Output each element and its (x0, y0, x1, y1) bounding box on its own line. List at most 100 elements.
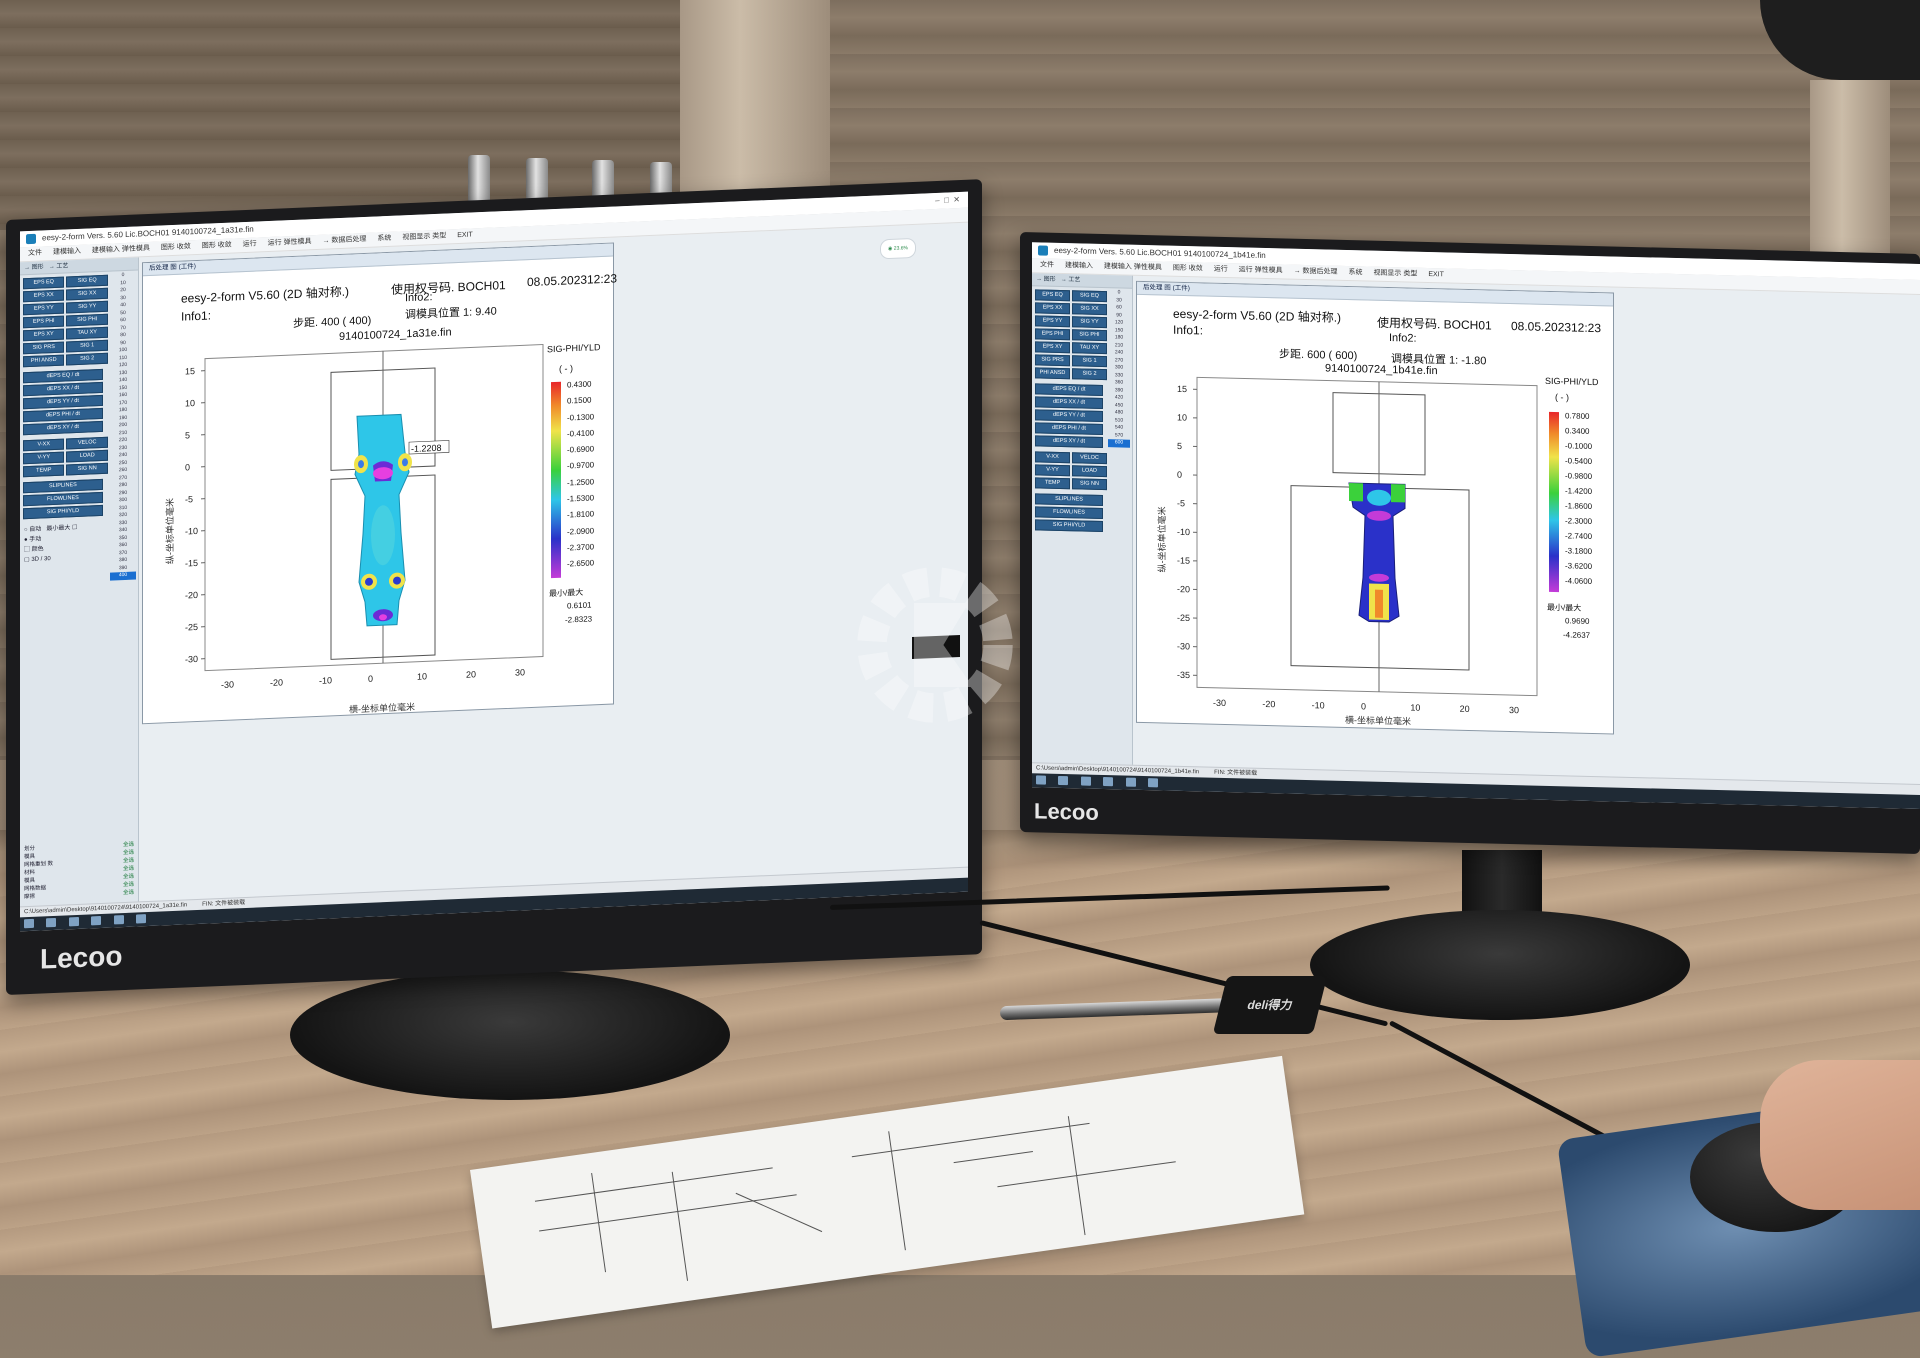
extra-button[interactable]: FLOWLINES (23, 492, 103, 506)
result-button[interactable]: SIG 1 (1072, 355, 1107, 367)
menu-item[interactable]: 运行 弹性模具 (1239, 266, 1283, 274)
menu-item[interactable]: 建模输入 弹性模具 (1104, 263, 1162, 271)
menu-item[interactable]: 建模输入 弹性模具 (92, 245, 150, 254)
tab-graphics[interactable]: → 图形 (24, 264, 44, 271)
extra-button[interactable]: SLIPLINES (1035, 493, 1103, 506)
taskbar-icon[interactable] (69, 917, 79, 926)
layer-toggle[interactable]: 全选 (123, 889, 134, 897)
menu-item[interactable]: EXIT (1428, 271, 1444, 278)
menu-item[interactable]: 建模输入 (1065, 262, 1093, 270)
taskbar-icon[interactable] (114, 915, 124, 924)
menu-item[interactable]: 图形 收敛 (1173, 265, 1203, 273)
menu-item[interactable]: 文件 (1040, 261, 1054, 268)
taskbar-icon[interactable] (1103, 777, 1113, 786)
start-icon[interactable] (1036, 775, 1046, 784)
menu-item[interactable]: 运行 弹性模具 (268, 238, 312, 247)
result-button[interactable]: EPS PHI (23, 316, 64, 329)
rate-button[interactable]: dEPS YY / dt (23, 395, 103, 409)
result-button[interactable]: SIG PHI (66, 314, 107, 327)
result-button[interactable]: EPS EQ (1035, 289, 1070, 301)
rate-button[interactable]: dEPS YY / dt (1035, 409, 1103, 422)
field-button[interactable]: V-YY (1035, 464, 1070, 476)
field-button[interactable]: TEMP (23, 465, 64, 478)
taskbar-icon[interactable] (1058, 776, 1068, 785)
taskbar-icon[interactable] (91, 916, 101, 925)
menu-item[interactable]: 视图显示 类型 (402, 233, 446, 242)
result-button[interactable]: SIG PRS (23, 342, 64, 355)
rate-button[interactable]: dEPS XX / dt (1035, 396, 1103, 409)
field-button[interactable]: VELOC (1072, 452, 1107, 464)
result-button[interactable]: EPS PHI (1035, 328, 1070, 340)
extra-button[interactable]: FLOWLINES (1035, 506, 1103, 519)
field-button[interactable]: SIG NN (66, 463, 107, 476)
extra-button[interactable]: SLIPLINES (23, 479, 103, 493)
menu-item[interactable]: 文件 (28, 249, 42, 257)
menu-item[interactable]: 图形 收敛 (202, 242, 232, 250)
tab-process[interactable]: → 工艺 (1061, 277, 1081, 283)
menu-item[interactable]: 运行 (1214, 266, 1228, 273)
result-button[interactable]: SIG XX (1072, 303, 1107, 315)
result-button[interactable]: SIG 2 (66, 353, 107, 366)
step-item[interactable]: 600 (1108, 439, 1130, 447)
result-button[interactable]: PHI ANSD (23, 355, 64, 368)
field-button[interactable]: LOAD (66, 450, 107, 463)
taskbar-icon[interactable] (1126, 778, 1136, 787)
result-button[interactable]: SIG YY (66, 301, 107, 314)
result-button[interactable]: PHI ANSD (1035, 367, 1070, 379)
result-button[interactable]: SIG 2 (1072, 368, 1107, 380)
tab-process[interactable]: → 工艺 (49, 263, 69, 270)
field-button[interactable]: TEMP (1035, 477, 1070, 489)
rate-button[interactable]: dEPS EQ / dt (23, 369, 103, 383)
menu-item[interactable]: 建模输入 (53, 248, 81, 256)
menu-item[interactable]: EXIT (457, 231, 473, 239)
result-button[interactable]: TAU XY (66, 327, 107, 340)
result-button[interactable]: EPS XX (1035, 302, 1070, 314)
menu-item[interactable]: 运行 (243, 240, 257, 248)
result-button[interactable]: EPS EQ (23, 277, 64, 290)
rate-button[interactable]: dEPS EQ / dt (1035, 383, 1103, 396)
menu-item[interactable]: 视图显示 类型 (1373, 270, 1417, 278)
result-button[interactable]: SIG PRS (1035, 354, 1070, 366)
menu-item[interactable]: → 数据后处理 (322, 236, 366, 245)
tab-graphics[interactable]: → 图形 (1036, 276, 1056, 282)
field-button[interactable]: V-XX (23, 439, 64, 452)
result-button[interactable]: TAU XY (1072, 342, 1107, 354)
taskbar-icon[interactable] (136, 914, 146, 923)
field-button[interactable]: V-YY (23, 452, 64, 465)
window-controls[interactable]: – □ ✕ (935, 192, 960, 209)
result-button[interactable]: SIG EQ (66, 275, 107, 288)
menu-item[interactable]: → 数据后处理 (1294, 268, 1338, 276)
taskbar-icon[interactable] (1081, 776, 1091, 785)
rate-button[interactable]: dEPS XY / dt (1035, 435, 1103, 448)
result-button[interactable]: SIG XX (66, 288, 107, 301)
menu-item[interactable]: 系统 (377, 235, 391, 243)
taskbar-icon[interactable] (1148, 778, 1158, 787)
menu-item[interactable]: 图形 收敛 (161, 243, 191, 251)
result-button[interactable]: EPS XY (23, 329, 64, 342)
extra-button[interactable]: SIG PHI/YLD (23, 505, 103, 519)
result-button[interactable]: EPS XY (1035, 341, 1070, 353)
rate-button[interactable]: dEPS XX / dt (23, 382, 103, 396)
result-button[interactable]: SIG PHI (1072, 329, 1107, 341)
step-list[interactable]: 0102030405060708090100110120130140150160… (110, 272, 136, 581)
result-button[interactable]: EPS YY (23, 303, 64, 316)
field-button[interactable]: LOAD (1072, 465, 1107, 477)
result-button[interactable]: SIG 1 (66, 340, 107, 353)
extra-button[interactable]: SIG PHI/YLD (1035, 519, 1103, 532)
rate-button[interactable]: dEPS PHI / dt (1035, 422, 1103, 435)
pen-holder: deli得力 (1213, 976, 1327, 1034)
field-button[interactable]: SIG NN (1072, 478, 1107, 490)
field-button[interactable]: V-XX (1035, 451, 1070, 463)
rate-button[interactable]: dEPS PHI / dt (23, 408, 103, 422)
result-button[interactable]: SIG EQ (1072, 290, 1107, 302)
result-button[interactable]: EPS YY (1035, 315, 1070, 327)
step-list[interactable]: 0306090120150180210240270300330360390420… (1108, 289, 1130, 447)
rate-button[interactable]: dEPS XY / dt (23, 421, 103, 435)
taskbar-icon[interactable] (46, 918, 56, 927)
step-item[interactable]: 400 (110, 572, 136, 581)
field-button[interactable]: VELOC (66, 437, 107, 450)
start-icon[interactable] (24, 919, 34, 928)
menu-item[interactable]: 系统 (1348, 269, 1362, 276)
result-button[interactable]: SIG YY (1072, 316, 1107, 328)
result-button[interactable]: EPS XX (23, 290, 64, 303)
